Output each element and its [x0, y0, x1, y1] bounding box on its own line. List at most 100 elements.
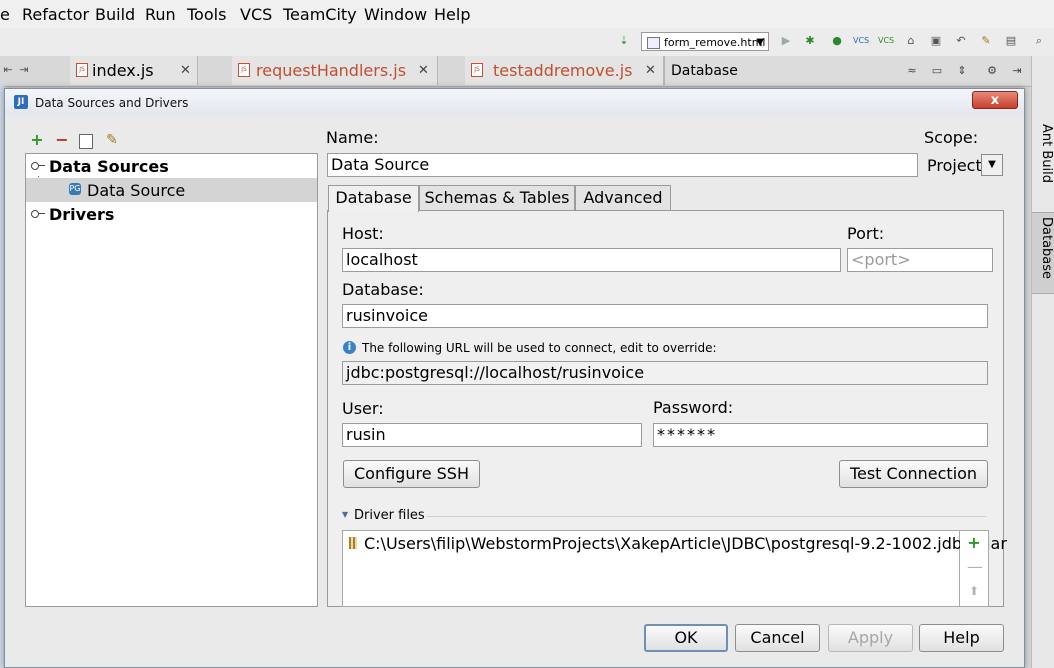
- driver-file-path: C:\Users\filip\WebstormProjects\XakepArt…: [364, 534, 1007, 553]
- apply-button[interactable]: Apply: [828, 624, 913, 652]
- tree-label: Data Source: [87, 181, 186, 200]
- ok-button[interactable]: OK: [644, 624, 728, 652]
- tree-expand-icon[interactable]: [31, 162, 45, 170]
- close-button[interactable]: x: [972, 91, 1018, 109]
- close-icon[interactable]: ✕: [418, 63, 429, 78]
- collapse-icon[interactable]: ⇕: [955, 64, 969, 77]
- menu-bar: e Refactor Build Run Tools VCS TeamCity …: [0, 0, 1054, 29]
- tab-index-js[interactable]: JS index.js ✕: [70, 56, 198, 85]
- tree-node-data-sources[interactable]: Data Sources: [26, 154, 317, 178]
- scope-value[interactable]: Project: [927, 156, 982, 175]
- scope-dropdown-button[interactable]: ▼: [981, 154, 1003, 176]
- tab-advanced[interactable]: Advanced: [575, 185, 671, 211]
- tab-label: requestHandlers.js: [256, 61, 407, 80]
- data-sources-dialog: JI Data Sources and Drivers x + − ✎ Data…: [4, 88, 1025, 668]
- search-icon[interactable]: ⌕: [1031, 33, 1047, 49]
- menu-edit[interactable]: e: [0, 5, 10, 24]
- configure-ssh-button[interactable]: Configure SSH: [343, 460, 480, 488]
- menu-teamcity[interactable]: TeamCity: [283, 5, 357, 24]
- name-field[interactable]: Data Source: [327, 153, 918, 177]
- tab-scroll-left-icon[interactable]: ⇤: [0, 62, 16, 78]
- menu-help[interactable]: Help: [434, 5, 470, 24]
- menu-vcs[interactable]: VCS: [240, 5, 272, 24]
- settings-icon[interactable]: ✎: [978, 33, 994, 49]
- js-file-icon: JS: [471, 63, 483, 77]
- host-field[interactable]: localhost: [342, 248, 841, 272]
- menu-window[interactable]: Window: [364, 5, 427, 24]
- close-icon[interactable]: ✕: [180, 63, 191, 78]
- url-hint: The following URL will be used to connec…: [362, 341, 717, 355]
- postgresql-icon: PG: [69, 183, 81, 195]
- refresh-icon[interactable]: ≈: [905, 64, 919, 77]
- menu-run[interactable]: Run: [145, 5, 176, 24]
- close-icon[interactable]: ✕: [645, 63, 656, 78]
- data-source-tree: Data Sources PG Data Source Drivers: [25, 153, 318, 607]
- vcs-commit-icon[interactable]: VCS: [878, 33, 894, 49]
- name-label: Name:: [326, 128, 379, 147]
- run-config-label: form_remove.html: [664, 36, 766, 49]
- port-label: Port:: [847, 224, 885, 243]
- add-icon[interactable]: +: [29, 132, 45, 148]
- tree-expand-icon[interactable]: [31, 210, 45, 218]
- wrench-icon[interactable]: ✎: [104, 132, 120, 148]
- add-icon[interactable]: +: [967, 535, 981, 551]
- revert-icon[interactable]: ↶: [953, 33, 969, 49]
- sort-icon[interactable]: ⇣: [616, 33, 632, 49]
- menu-build[interactable]: Build: [95, 5, 135, 24]
- jar-file-icon: [349, 537, 357, 549]
- arrow-up-icon[interactable]: ⬆: [967, 584, 981, 598]
- tab-label: testaddremove.js: [493, 61, 633, 80]
- password-label: Password:: [653, 398, 734, 417]
- scope-label: Scope:: [924, 128, 979, 147]
- tab-database[interactable]: Database: [328, 185, 419, 212]
- menu-tools[interactable]: Tools: [187, 5, 226, 24]
- pin-icon[interactable]: ⇥: [16, 62, 32, 78]
- run-config-select[interactable]: form_remove.html ▼: [641, 32, 769, 51]
- copy-icon[interactable]: [79, 134, 93, 149]
- tree-label: Data Sources: [49, 157, 169, 176]
- remove-icon[interactable]: −: [54, 132, 70, 148]
- database-field[interactable]: rusinvoice: [342, 304, 988, 328]
- tree-label: Drivers: [49, 205, 115, 224]
- port-field[interactable]: <port>: [847, 248, 993, 272]
- vcs-update-icon[interactable]: VCS: [853, 33, 869, 49]
- menu-refactor[interactable]: Refactor: [22, 5, 89, 24]
- url-field[interactable]: jdbc:postgresql://localhost/rusinvoice: [342, 361, 988, 385]
- js-file-icon: JS: [238, 63, 250, 77]
- tree-node-data-source[interactable]: PG Data Source: [26, 178, 317, 202]
- tree-node-drivers[interactable]: Drivers: [26, 202, 317, 226]
- hide-panel-icon[interactable]: ⇥: [1010, 64, 1024, 77]
- ant-build-tool-tab[interactable]: Ant Build: [1032, 120, 1054, 194]
- tab-label: index.js: [92, 61, 154, 80]
- gear-icon[interactable]: ⚙: [985, 64, 999, 77]
- debug-icon[interactable]: ✱: [802, 33, 818, 49]
- driver-files-list: C:\Users\filip\WebstormProjects\XakepArt…: [342, 530, 1007, 607]
- main-toolbar: [0, 28, 1054, 56]
- separator: [426, 516, 986, 517]
- driver-files-toolbar: + — ⬆: [960, 530, 989, 607]
- tab-schemas-tables[interactable]: Schemas & Tables: [419, 185, 575, 211]
- tab-requesthandlers-js[interactable]: JS requestHandlers.js ✕: [232, 56, 438, 85]
- coverage-icon[interactable]: ●: [829, 33, 845, 49]
- info-icon: i: [343, 341, 356, 354]
- host-label: Host:: [342, 224, 384, 243]
- help-button[interactable]: Help: [919, 624, 1004, 652]
- panel-title: Database: [671, 63, 738, 79]
- html-file-icon: [647, 37, 660, 49]
- history-icon[interactable]: ▣: [928, 33, 944, 49]
- database-panel-header: Database ≈ ▭ ⇕ ⚙ ⇥: [664, 56, 1032, 85]
- cancel-button[interactable]: Cancel: [735, 624, 820, 652]
- tab-testaddremove-js[interactable]: JS testaddremove.js ✕: [465, 56, 664, 85]
- database-tool-tab[interactable]: Database: [1032, 212, 1054, 294]
- user-field[interactable]: rusin: [342, 423, 642, 447]
- console-icon[interactable]: ▭: [930, 64, 944, 77]
- collapse-triangle-icon[interactable]: ▼: [342, 510, 348, 519]
- test-connection-button[interactable]: Test Connection: [839, 460, 988, 488]
- run-icon[interactable]: ▶: [778, 33, 794, 49]
- remove-icon[interactable]: —: [967, 559, 983, 575]
- driver-files-label: Driver files: [354, 508, 425, 523]
- structure-icon[interactable]: ▤: [1003, 33, 1019, 49]
- password-field[interactable]: ******: [653, 423, 988, 447]
- app-icon: JI: [14, 95, 28, 109]
- lock-icon[interactable]: ⌂: [903, 33, 919, 49]
